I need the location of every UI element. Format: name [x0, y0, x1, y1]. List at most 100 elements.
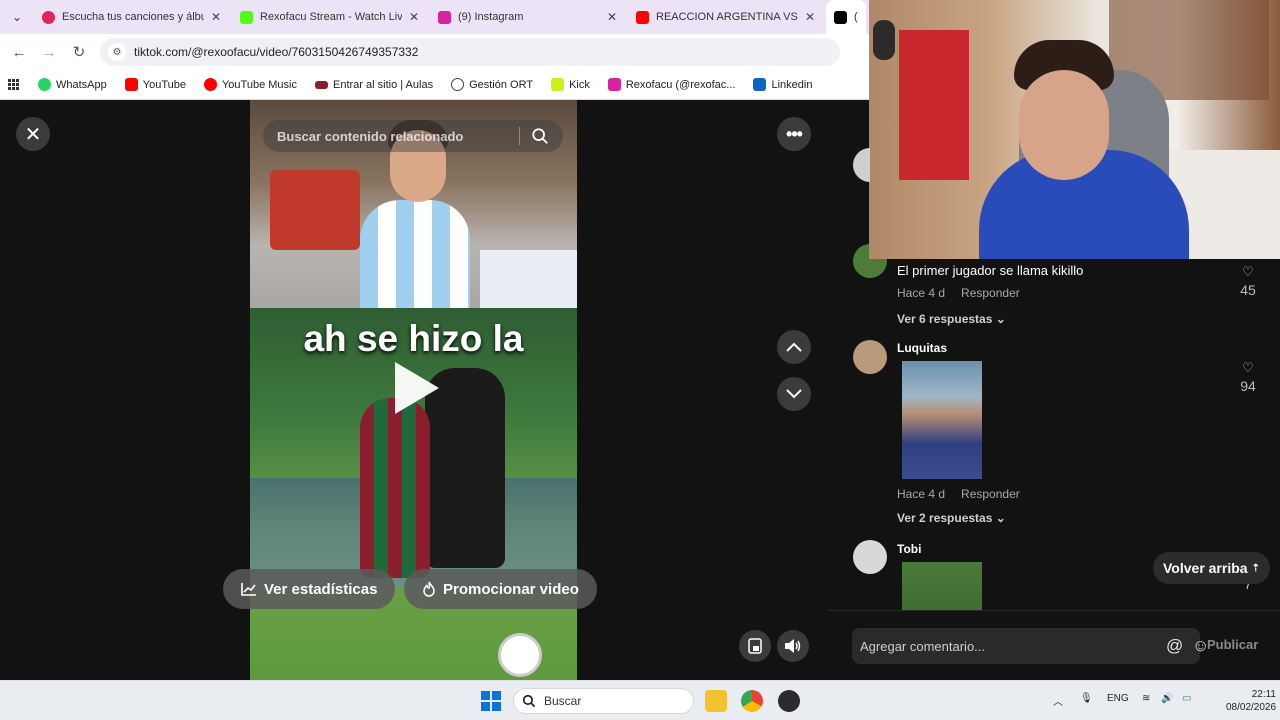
clock[interactable]: 22:11 08/02/2026: [1226, 688, 1276, 714]
chevron-up-icon[interactable]: ︿: [1053, 693, 1063, 708]
comment-input[interactable]: Agregar comentario... @ ☺: [852, 628, 1209, 664]
instagram-icon: [607, 78, 621, 91]
reply-link[interactable]: Responder: [961, 487, 1020, 501]
bookmark-kick[interactable]: Kick: [551, 78, 590, 91]
chart-line-icon: [241, 583, 256, 596]
like-button[interactable]: ♡ 94: [1233, 360, 1263, 394]
bookmark-instagram[interactable]: Rexofacu (@rexofac...: [607, 78, 736, 91]
reload-icon[interactable]: ↻: [64, 43, 94, 61]
url-text: tiktok.com/@rexoofacu/video/760315042674…: [134, 45, 419, 59]
like-count: 94: [1240, 378, 1256, 394]
avatar[interactable]: [853, 540, 887, 574]
tab-kick[interactable]: Rexofacu Stream - Watch Live o ✕: [232, 0, 430, 34]
previous-video-button[interactable]: [777, 330, 811, 364]
search-icon[interactable]: [531, 127, 549, 145]
clock-time: 22:11: [1251, 689, 1276, 700]
youtube-icon: [124, 78, 138, 91]
mention-icon[interactable]: @: [1166, 636, 1183, 656]
promote-video-button[interactable]: Promocionar video: [404, 569, 597, 609]
bookmark-label: WhatsApp: [56, 78, 107, 91]
bookmark-whatsapp[interactable]: WhatsApp: [38, 78, 107, 91]
back-to-top-button[interactable]: Volver arriba ⇡: [1153, 552, 1270, 584]
back-icon[interactable]: ←: [4, 44, 34, 61]
language-indicator[interactable]: ENG: [1107, 693, 1129, 704]
related-search-input[interactable]: Buscar contenido relacionado: [263, 120, 563, 152]
view-stats-label: Ver estadísticas: [264, 580, 378, 598]
avatar[interactable]: [853, 340, 887, 374]
comment-time: Hace 4 d: [897, 487, 946, 501]
miniplayer-button[interactable]: [739, 630, 771, 662]
close-tab-icon[interactable]: ✕: [208, 10, 224, 24]
bookmark-linkedin[interactable]: Linkedin: [753, 78, 812, 91]
youtube-icon: [636, 10, 649, 24]
view-replies-link[interactable]: Ver 6 respuestas ⌄: [897, 312, 1227, 326]
wifi-icon[interactable]: ≋: [1142, 693, 1150, 704]
floating-player-icon: [748, 638, 762, 654]
battery-icon[interactable]: ▭: [1182, 693, 1191, 704]
obs-icon[interactable]: [778, 690, 800, 712]
windows-start-icon[interactable]: [481, 691, 501, 711]
url-field[interactable]: ⚙ tiktok.com/@rexoofacu/video/7603150426…: [100, 38, 840, 66]
publish-button[interactable]: Publicar: [1207, 637, 1258, 652]
chevron-up-icon: [786, 342, 802, 352]
tab-title: (9) Instagram: [458, 11, 524, 23]
close-tab-icon[interactable]: ✕: [604, 10, 620, 24]
close-tab-icon[interactable]: ✕: [406, 10, 422, 24]
bookmark-youtube[interactable]: YouTube: [124, 78, 186, 91]
taskbar-search[interactable]: Buscar: [513, 688, 694, 714]
graduation-cap-icon: [315, 80, 328, 89]
reply-link[interactable]: Responder: [961, 286, 1020, 300]
bookmark-youtube-music[interactable]: YouTube Music: [203, 78, 297, 91]
play-icon[interactable]: [395, 362, 439, 414]
search-icon: [522, 694, 536, 708]
forward-icon[interactable]: →: [34, 44, 64, 61]
tab-search-button[interactable]: ⌄: [0, 0, 34, 34]
tab-instagram[interactable]: (9) Instagram ✕: [430, 0, 628, 34]
webcam-overlay: [869, 0, 1280, 259]
youtube-music-icon: [203, 78, 217, 91]
bookmark-label: YouTube Music: [221, 78, 297, 91]
globe-icon: [451, 78, 465, 91]
taskbar: Buscar ︿ 🎙 ENG ≋ 🔊 ▭ 22:11 08/02/2026: [0, 680, 1280, 720]
site-info-icon[interactable]: ⚙: [108, 43, 126, 61]
video-caption: ah se hizo la: [303, 318, 524, 359]
apps-grid-icon[interactable]: [8, 78, 20, 91]
bookmark-aulas[interactable]: Entrar al sitio | Aulas: [315, 79, 433, 91]
bookmark-label: Gestión ORT: [469, 78, 534, 91]
bookmark-gestion-ort[interactable]: Gestión ORT: [451, 78, 533, 91]
bookmark-label: Rexofacu (@rexofac...: [625, 78, 736, 91]
bookmark-label: Linkedin: [771, 78, 813, 91]
comment-image[interactable]: [902, 562, 982, 610]
tab-title: (9: [854, 11, 858, 23]
search-placeholder: Buscar contenido relacionado: [277, 128, 464, 144]
close-video-button[interactable]: ✕: [16, 117, 50, 151]
close-tab-icon[interactable]: ✕: [802, 10, 818, 24]
tab-youtube[interactable]: REACCION ARGENTINA VS CHI ✕: [628, 0, 826, 34]
tab-title: Rexofacu Stream - Watch Live o: [260, 11, 402, 23]
comment-bar: Agregar comentario... @ ☺ Publicar: [828, 610, 1280, 680]
like-count: 45: [1240, 282, 1256, 298]
file-explorer-icon[interactable]: [705, 690, 727, 712]
more-options-button[interactable]: •••: [777, 117, 811, 151]
heart-icon: ♡: [1242, 264, 1254, 279]
next-video-button[interactable]: [777, 377, 811, 411]
clock-date: 08/02/2026: [1226, 702, 1277, 713]
speaker-icon[interactable]: 🔊: [1161, 693, 1173, 704]
comment-image[interactable]: [902, 361, 982, 479]
view-stats-button[interactable]: Ver estadísticas: [223, 569, 396, 609]
volume-button[interactable]: [777, 630, 809, 662]
volume-icon: [785, 639, 801, 653]
chrome-icon[interactable]: [741, 690, 763, 712]
comment-username[interactable]: Luquitas: [897, 341, 1227, 355]
instagram-icon: [438, 10, 451, 24]
tab-tiktok[interactable]: (9: [826, 0, 866, 34]
tab-youtube-music[interactable]: Escucha tus canciones y álbumes ✕: [34, 0, 232, 34]
comment-placeholder: Agregar comentario...: [860, 638, 986, 654]
like-button[interactable]: ♡ 45: [1233, 264, 1263, 298]
view-replies-link[interactable]: Ver 2 respuestas ⌄: [897, 511, 1227, 525]
ellipsis-icon: •••: [786, 123, 803, 144]
view-replies-label: Ver 6 respuestas: [897, 312, 993, 326]
microphone-icon[interactable]: 🎙: [1080, 693, 1093, 704]
tiktok-icon: [834, 10, 847, 24]
tab-title: Escucha tus canciones y álbumes: [62, 11, 204, 23]
